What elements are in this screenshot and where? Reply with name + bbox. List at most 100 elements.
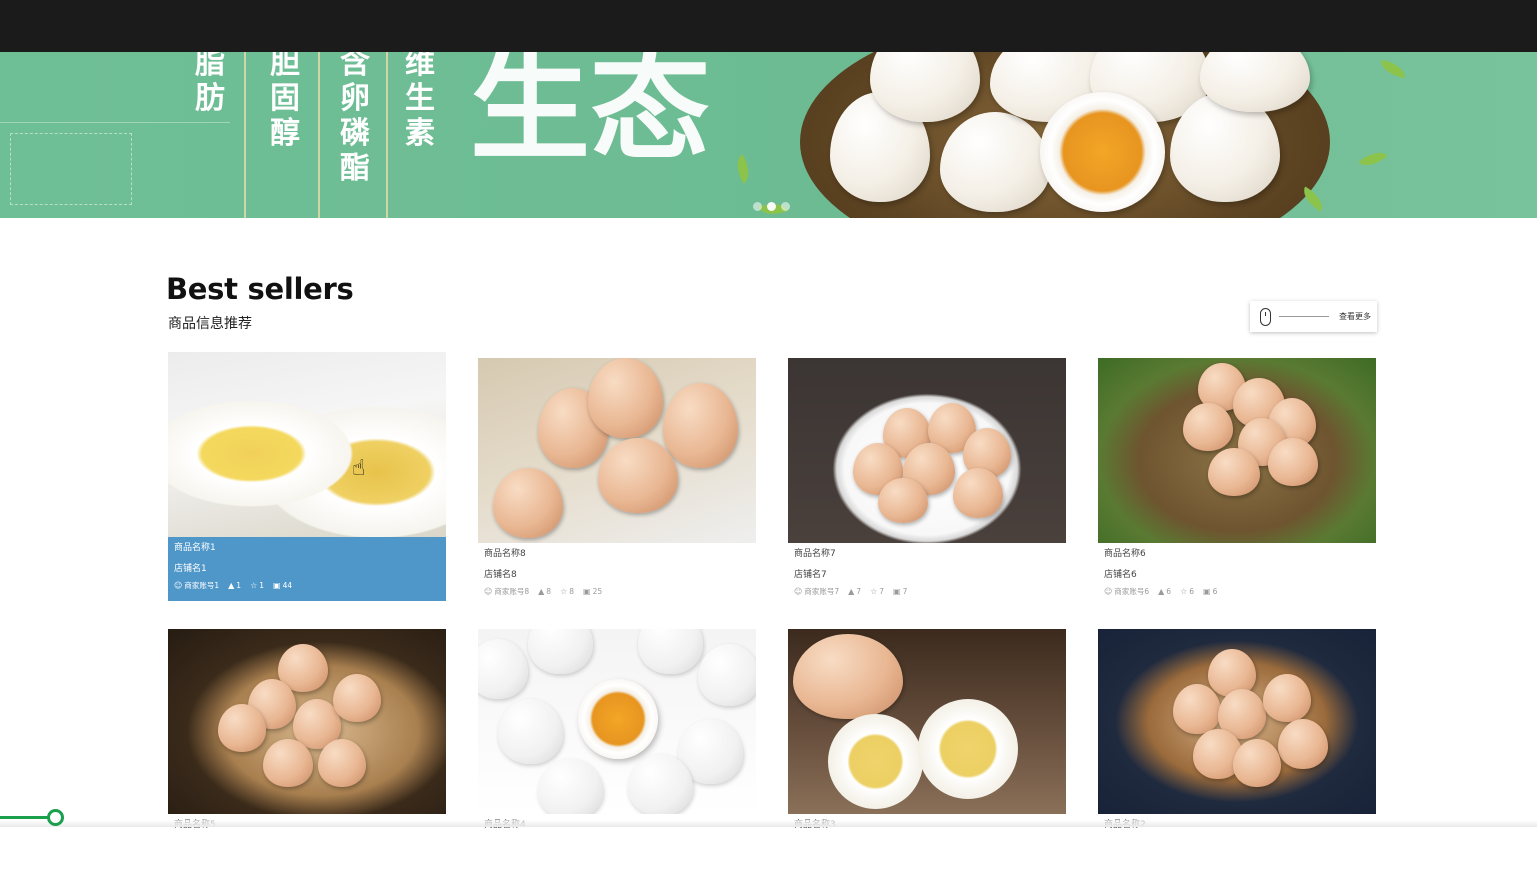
product-info: 商品名称6 店铺名6 ☺ 商家账号6 ▲ 6 ☆ 6 ▣ 6 xyxy=(1098,543,1376,603)
product-image[interactable] xyxy=(788,629,1066,814)
thumb-up-icon: ▲ xyxy=(228,580,235,590)
favorite-count: ☆ 6 xyxy=(1180,586,1195,596)
product-card[interactable]: 商品名称3 xyxy=(788,629,1066,874)
egg xyxy=(1173,684,1221,734)
product-image[interactable] xyxy=(168,352,446,537)
section-title: Best sellers xyxy=(166,272,354,306)
banner-divider xyxy=(386,52,388,218)
egg xyxy=(1268,438,1318,486)
star-icon: ☆ xyxy=(1180,586,1188,596)
banner-sketch-decoration xyxy=(0,122,230,218)
product-name[interactable]: 商品名称1 xyxy=(174,541,440,555)
favorite-count: ☆ 8 xyxy=(560,586,575,596)
banner-text-fat: 脂肪 xyxy=(195,52,225,116)
product-meta: ☺ 商家账号8 ▲ 8 ☆ 8 ▣ 25 xyxy=(484,586,750,597)
product-card[interactable]: 商品名称1 店铺名1 ☺ 商家账号1 ▲ 1 ☆ 1 ▣ 44 xyxy=(168,352,446,601)
view-count: ▣ 25 xyxy=(583,586,603,596)
view-count: ▣ 44 xyxy=(273,580,293,590)
product-card[interactable]: 商品名称2 xyxy=(1098,629,1376,874)
carousel-dot[interactable] xyxy=(753,202,762,211)
egg xyxy=(478,639,528,699)
star-icon: ☆ xyxy=(560,586,568,596)
view-more-label: 查看更多 xyxy=(1339,312,1371,321)
product-card[interactable]: 商品名称7 店铺名7 ☺ 商家账号7 ▲ 7 ☆ 7 ▣ 7 xyxy=(788,358,1066,603)
egg xyxy=(878,478,928,523)
boiled-egg-half xyxy=(918,699,1018,799)
egg xyxy=(953,468,1003,518)
egg xyxy=(493,468,563,538)
product-card[interactable]: 商品名称6 店铺名6 ☺ 商家账号6 ▲ 6 ☆ 6 ▣ 6 xyxy=(1098,358,1376,603)
view-more-button[interactable]: 查看更多 xyxy=(1250,301,1377,332)
banner-divider xyxy=(244,52,246,218)
views-icon: ▣ xyxy=(273,580,281,590)
shop-name: 店铺名7 xyxy=(794,570,827,580)
favorite-count: ☆ 7 xyxy=(870,586,885,596)
user-icon: ☺ xyxy=(794,586,803,596)
egg xyxy=(218,704,266,752)
product-image[interactable] xyxy=(478,358,756,543)
egg xyxy=(628,754,693,814)
carousel-dot-active[interactable] xyxy=(767,202,776,211)
view-count: ▣ 6 xyxy=(1203,586,1218,596)
product-image[interactable] xyxy=(788,358,1066,543)
page-bottom-edge xyxy=(0,820,1537,827)
product-image[interactable] xyxy=(478,629,756,814)
views-icon: ▣ xyxy=(1203,586,1211,596)
egg xyxy=(1208,448,1260,496)
egg xyxy=(1263,674,1311,722)
views-icon: ▣ xyxy=(583,586,591,596)
top-navigation-bar xyxy=(0,0,1537,52)
user-icon: ☺ xyxy=(1104,586,1113,596)
user-icon: ☺ xyxy=(174,580,183,590)
carousel-indicators xyxy=(753,202,790,211)
egg xyxy=(663,383,738,468)
product-name[interactable]: 商品名称7 xyxy=(794,547,1060,561)
like-count: ▲ 7 xyxy=(848,586,862,596)
egg xyxy=(1183,403,1233,451)
banner-text-vitamin: 维生素 xyxy=(405,52,435,151)
egg xyxy=(538,759,603,814)
carousel-dot[interactable] xyxy=(781,202,790,211)
product-card[interactable]: 商品名称4 xyxy=(478,629,756,874)
product-image[interactable] xyxy=(1098,629,1376,814)
view-count: ▣ 7 xyxy=(893,586,908,596)
product-info: 商品名称8 店铺名8 ☺ 商家账号8 ▲ 8 ☆ 8 ▣ 25 xyxy=(478,543,756,603)
shop-name: 店铺名6 xyxy=(1104,570,1137,580)
product-image[interactable] xyxy=(1098,358,1376,543)
banner-brush-text: 生态 xyxy=(470,52,710,177)
hero-banner-carousel[interactable]: 脂肪 胆固醇 含卵磷酯 维生素 生态 xyxy=(0,52,1537,218)
egg xyxy=(333,674,381,722)
product-card[interactable]: 商品名称8 店铺名8 ☺ 商家账号8 ▲ 8 ☆ 8 ▣ 25 xyxy=(478,358,756,603)
product-name[interactable]: 商品名称8 xyxy=(484,547,750,561)
cracked-egg xyxy=(578,679,658,759)
product-card[interactable]: 商品名称5 xyxy=(168,629,446,874)
merchant-account: ☺ 商家账号7 xyxy=(794,586,840,596)
product-name[interactable]: 商品名称6 xyxy=(1104,547,1370,561)
star-icon: ☆ xyxy=(250,580,258,590)
favorite-count: ☆ 1 xyxy=(250,580,265,590)
banner-cracked-egg xyxy=(1040,92,1165,212)
star-icon: ☆ xyxy=(870,586,878,596)
banner-leaf xyxy=(730,154,756,184)
banner-leaf xyxy=(1378,59,1408,79)
egg xyxy=(263,739,313,787)
product-info: 商品名称7 店铺名7 ☺ 商家账号7 ▲ 7 ☆ 7 ▣ 7 xyxy=(788,543,1066,603)
product-image[interactable] xyxy=(168,629,446,814)
scroll-progress-knob[interactable] xyxy=(47,809,64,826)
banner-leaf xyxy=(1358,145,1388,173)
banner-text-cholesterol: 胆固醇 xyxy=(270,52,300,151)
egg xyxy=(588,358,663,438)
shop-name: 店铺名8 xyxy=(484,570,517,580)
user-icon: ☺ xyxy=(484,586,493,596)
product-info: 商品名称1 店铺名1 ☺ 商家账号1 ▲ 1 ☆ 1 ▣ 44 xyxy=(168,537,446,601)
egg xyxy=(698,644,756,706)
shop-name: 店铺名1 xyxy=(174,564,207,574)
like-count: ▲ 8 xyxy=(538,586,552,596)
product-meta: ☺ 商家账号7 ▲ 7 ☆ 7 ▣ 7 xyxy=(794,586,1060,597)
egg xyxy=(528,629,593,674)
boiled-egg-half xyxy=(828,714,923,809)
merchant-account: ☺ 商家账号1 xyxy=(174,580,220,590)
view-more-divider xyxy=(1279,316,1329,317)
egg xyxy=(1278,719,1328,769)
like-count: ▲ 1 xyxy=(228,580,242,590)
